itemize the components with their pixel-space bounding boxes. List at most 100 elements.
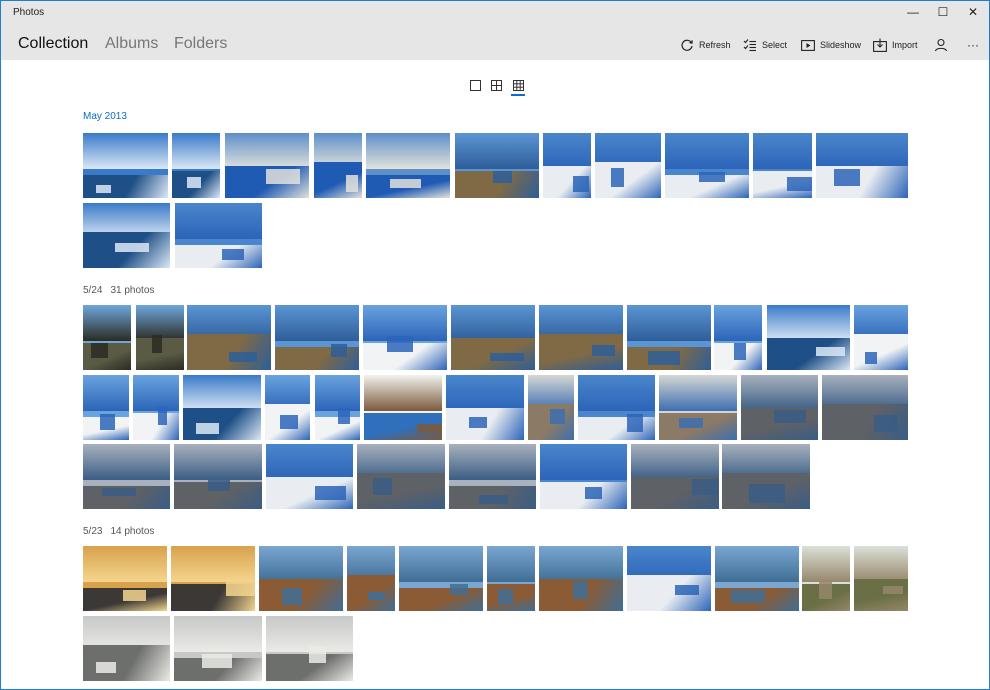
photo-thumbnail[interactable] [172,133,220,198]
photo-thumbnail[interactable] [487,546,535,611]
photo-thumbnail[interactable] [539,305,623,370]
photo-thumbnail[interactable] [722,444,810,509]
photo-thumbnail[interactable] [595,133,661,198]
more-button[interactable]: ··· [967,37,979,53]
photo-detail [591,345,615,357]
photo-detail [787,177,812,191]
photo-thumbnail[interactable] [83,203,170,268]
photo-thumbnail[interactable] [741,375,818,440]
photo-sky [665,133,749,169]
view-small-toggle[interactable] [510,77,526,96]
photo-thumbnail[interactable] [540,444,627,509]
photo-thumbnail[interactable] [174,444,262,509]
photo-thumbnail[interactable] [83,444,170,509]
group-header-may-2013[interactable]: May 2013 [83,111,127,122]
photo-thumbnail[interactable] [275,305,359,370]
minimize-button[interactable]: — [897,1,929,23]
photo-thumbnail[interactable] [399,546,483,611]
photo-thumbnail[interactable] [314,133,362,198]
photo-thumbnail[interactable] [366,133,450,198]
photo-thumbnail[interactable] [631,444,719,509]
view-medium-toggle[interactable] [488,77,504,93]
nav-folders[interactable]: Folders [174,35,227,53]
photo-thumbnail[interactable] [822,375,908,440]
refresh-button[interactable]: Refresh [680,37,731,53]
photo-detail [469,416,488,429]
photo-thumbnail[interactable] [259,546,343,611]
photo-thumbnail[interactable] [225,133,309,198]
photo-thumbnail[interactable] [364,375,442,440]
photo-thumbnail[interactable] [627,305,711,370]
slideshow-button[interactable]: Slideshow [801,37,861,53]
photo-thumbnail[interactable] [528,375,574,440]
photo-sky [455,133,539,169]
group-count: 31 photos [110,285,155,296]
photo-thumbnail[interactable] [183,375,261,440]
photo-foreground [816,166,908,198]
photo-detail [834,169,861,187]
photo-thumbnail[interactable] [753,133,812,198]
photo-thumbnail[interactable] [83,305,131,370]
photo-thumbnail[interactable] [265,375,310,440]
photo-foreground [578,417,655,440]
photo-thumbnail[interactable] [83,546,167,611]
maximize-button[interactable]: ☐ [927,1,959,23]
photo-thumbnail[interactable] [175,203,262,268]
slideshow-icon [801,40,815,51]
photo-thumbnail[interactable] [266,444,353,509]
photo-thumbnail[interactable] [83,133,168,198]
nav-albums[interactable]: Albums [105,35,158,53]
photo-thumbnail[interactable] [174,616,262,681]
photo-thumbnail[interactable] [187,305,271,370]
group-header-5-24[interactable]: 5/24 31 photos [83,285,154,296]
photo-thumbnail[interactable] [816,133,908,198]
photo-sky [259,546,343,582]
photo-thumbnail[interactable] [363,305,447,370]
photo-detail [387,336,413,353]
photo-detail [572,175,590,192]
photo-thumbnail[interactable] [451,305,535,370]
photo-thumbnail[interactable] [347,546,395,611]
photo-sky [578,375,655,411]
photo-thumbnail[interactable] [659,375,737,440]
photo-detail [699,172,726,183]
photo-sky [767,305,850,341]
photo-thumbnail[interactable] [543,133,591,198]
photo-thumbnail[interactable] [133,375,179,440]
photo-detail [882,586,903,595]
photo-thumbnail[interactable] [854,305,908,370]
group-header-5-23[interactable]: 5/23 14 photos [83,526,154,537]
photo-thumbnail[interactable] [83,375,129,440]
photo-thumbnail[interactable] [266,616,353,681]
nav-collection[interactable]: Collection [18,35,88,53]
select-button[interactable]: Select [743,37,787,53]
photo-thumbnail[interactable] [357,444,445,509]
photo-thumbnail[interactable] [627,546,711,611]
photo-thumbnail[interactable] [83,616,170,681]
photo-sky [627,305,711,341]
import-label: Import [892,40,918,50]
close-button[interactable]: ✕ [957,1,989,23]
photo-sky [449,444,536,480]
view-large-toggle[interactable] [467,77,483,93]
photo-thumbnail[interactable] [802,546,850,611]
photo-foreground [595,161,661,198]
photo-thumbnail[interactable] [665,133,749,198]
photo-thumbnail[interactable] [767,305,850,370]
photo-thumbnail[interactable] [449,444,536,509]
account-button[interactable] [934,37,948,53]
photo-thumbnail[interactable] [455,133,539,198]
group-label: 5/24 [83,285,103,296]
photo-thumbnail[interactable] [315,375,360,440]
photo-thumbnail[interactable] [715,546,799,611]
photo-sky [741,375,818,411]
photo-thumbnail[interactable] [714,305,762,370]
photo-thumbnail[interactable] [171,546,255,611]
photo-thumbnail[interactable] [539,546,623,611]
photo-thumbnail[interactable] [136,305,184,370]
photo-thumbnail[interactable] [578,375,655,440]
photo-thumbnail[interactable] [446,375,524,440]
import-button[interactable]: Import [873,37,918,53]
photo-sky [364,375,442,411]
photo-thumbnail[interactable] [854,546,908,611]
